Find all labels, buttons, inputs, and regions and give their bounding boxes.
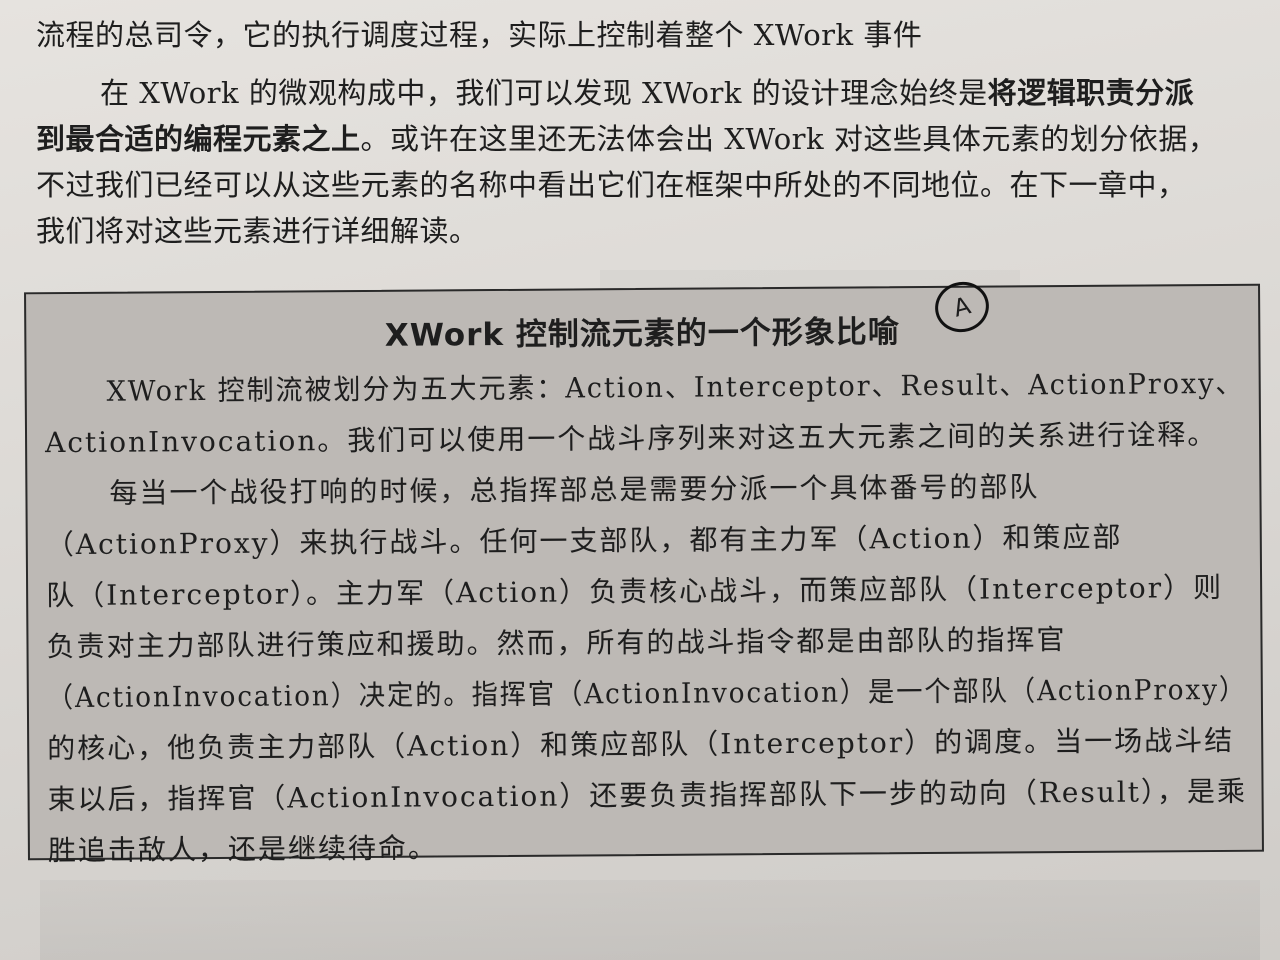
book-page: 流程的总司令，它的执行调度过程，实际上控制着整个 XWork 事件 在 XWor… <box>0 0 1280 960</box>
bold-phrase: 到最合适的编程元素之上 <box>36 122 361 156</box>
box-line: 的核心，他负责主力部队（Action）和策应部队（Interceptor）的调度… <box>47 723 1235 766</box>
box-line: 负责对主力部队进行策应和援助。然而，所有的战斗指令都是由部队的指挥官 <box>46 623 1067 664</box>
box-line: XWork 控制流被划分为五大元素：Action、Interceptor、Res… <box>106 366 1245 408</box>
box-line: 胜追击敌人，还是继续待命。 <box>47 831 439 868</box>
text-line: 在 XWork 的微观构成中，我们可以发现 XWork 的设计理念始终是将逻辑职… <box>100 76 1195 110</box>
text-line: 到最合适的编程元素之上。或许在这里还无法体会出 XWork 对这些具体元素的划分… <box>36 122 1218 156</box>
box-line: 束以后，指挥官（ActionInvocation）还要负责指挥部队下一步的动向（… <box>47 774 1247 817</box>
box-line: 队（Interceptor）。主力军（Action）负责核心战斗，而策应部队（I… <box>46 570 1224 613</box>
sidebar-box: XWork 控制流元素的一个形象比喻 XWork 控制流被划分为五大元素：Act… <box>24 283 1264 867</box>
box-body: XWork 控制流被划分为五大元素：Action、Interceptor、Res… <box>45 358 1249 876</box>
text-line: 我们将对这些元素进行详细解读。 <box>36 214 479 248</box>
intro-paragraph: 在 XWork 的微观构成中，我们可以发现 XWork 的设计理念始终是将逻辑职… <box>36 70 1252 254</box>
box-line: （ActionInvocation）决定的。指挥官（ActionInvocati… <box>46 672 1248 715</box>
box-line: ActionInvocation。我们可以使用一个战斗序列来对这五大元素之间的关… <box>44 417 1218 460</box>
box-line: 每当一个战役打响的时候，总指挥部总是需要分派一个具体番号的部队 <box>109 470 1040 510</box>
intro-paragraph-top: 流程的总司令，它的执行调度过程，实际上控制着整个 XWork 事件 <box>36 12 1252 58</box>
box-title: XWork 控制流元素的一个形象比喻 <box>384 314 900 354</box>
show-through-text <box>40 880 1260 960</box>
text-line: 不过我们已经可以从这些元素的名称中看出它们在框架中所处的不同地位。在下一章中， <box>36 168 1187 202</box>
bold-phrase: 将逻辑职责分派 <box>987 76 1195 110</box>
text-line: 流程的总司令，它的执行调度过程，实际上控制着整个 XWork 事件 <box>36 18 923 52</box>
box-line: （ActionProxy）来执行战斗。任何一支部队，都有主力军（Action）和… <box>45 520 1123 562</box>
